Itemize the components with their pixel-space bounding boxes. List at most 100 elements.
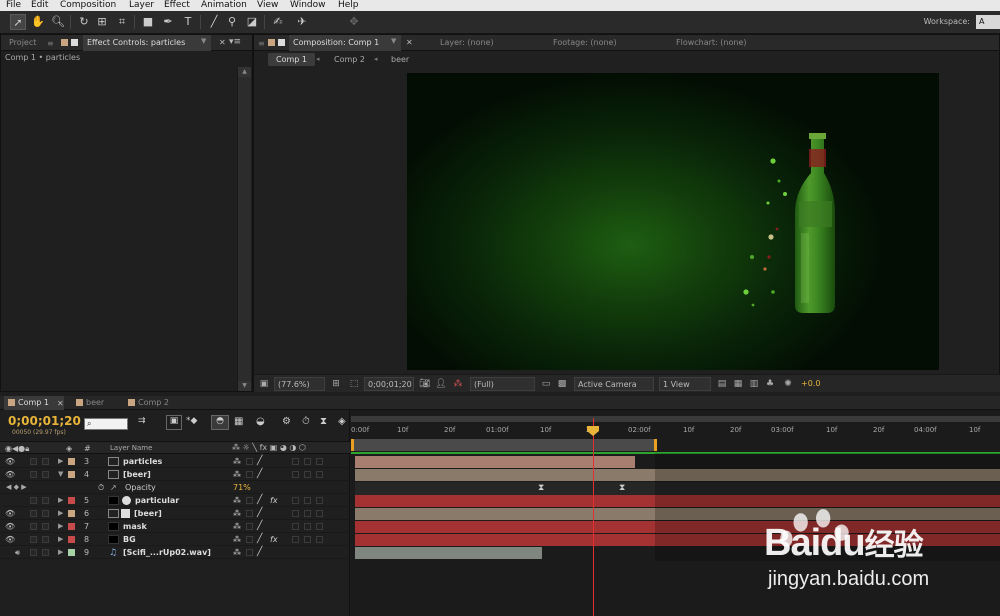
property-row-opacity[interactable]: ◀ ◆ ▶ ⏱ ↗ Opacity 71%: [0, 481, 350, 494]
close-tab-icon[interactable]: ✕: [219, 38, 226, 47]
adjustment-switch[interactable]: [304, 510, 311, 517]
motion-blur-switch[interactable]: [292, 471, 299, 478]
exposure-reset-icon[interactable]: ✺: [782, 378, 794, 390]
quality-switch-icon[interactable]: ╱: [257, 468, 262, 481]
layer-row[interactable]: 👁︎ ▼ 4 [beer] ⁂ ╱: [0, 468, 350, 481]
keyframe-navigator-icon[interactable]: ◀ ◆ ▶: [6, 481, 27, 494]
timeline-timecode[interactable]: 0;00;01;20: [8, 414, 81, 428]
tab-dropdown-icon[interactable]: ▼: [201, 37, 206, 45]
zoom-tool-icon[interactable]: 🔍︎: [50, 14, 66, 30]
collapse-switch[interactable]: [246, 536, 253, 543]
layer-row[interactable]: 👁︎ ▶ 6 [beer] ⁂ ╱: [0, 507, 350, 520]
lock-toggle[interactable]: [42, 523, 49, 530]
draft-3d-icon[interactable]: ▣: [166, 415, 182, 430]
type-tool-icon[interactable]: T: [180, 14, 196, 30]
fx-switch-icon[interactable]: fx: [270, 533, 278, 546]
flowchart-icon[interactable]: ♣: [764, 378, 776, 390]
lock-toggle[interactable]: [42, 536, 49, 543]
menu-view[interactable]: View: [257, 0, 278, 11]
layer-label-color[interactable]: [68, 510, 75, 517]
layer-label-color[interactable]: [68, 536, 75, 543]
quality-switch-icon[interactable]: ╱: [257, 533, 262, 546]
axis-mode-icon[interactable]: ✥ ◉ ◈: [346, 14, 362, 60]
rotate-tool-icon[interactable]: ↻: [76, 14, 92, 30]
tab-timeline-comp1[interactable]: Comp 1: [4, 396, 64, 410]
panel-menu-icon[interactable]: ≡: [47, 39, 54, 48]
3d-layer-switch[interactable]: [316, 536, 323, 543]
close-tab-icon[interactable]: ✕: [406, 38, 413, 47]
layer-label-color[interactable]: [68, 549, 75, 556]
quality-switch-icon[interactable]: ╱: [257, 507, 262, 520]
expand-triangle-icon[interactable]: ▶: [58, 520, 63, 533]
layer-row[interactable]: 👁︎ ▶ 7 mask ⁂ ╱: [0, 520, 350, 533]
panel-options-icon[interactable]: ▾≡: [229, 37, 241, 47]
clone-stamp-tool-icon[interactable]: ⚲: [224, 14, 240, 30]
layer-label-color[interactable]: [68, 471, 75, 478]
graph-icon[interactable]: ↗: [110, 481, 117, 494]
pen-tool-icon[interactable]: ✒: [160, 14, 176, 30]
panel-menu-icon[interactable]: ≡: [258, 39, 265, 48]
tab-layer[interactable]: Layer: (none): [436, 35, 498, 51]
channel-icon[interactable]: ⁂: [452, 378, 464, 390]
collapse-switch[interactable]: [246, 523, 253, 530]
timeline-icon[interactable]: ▥: [748, 378, 760, 390]
fast-previews-icon[interactable]: ▦: [732, 378, 744, 390]
solo-toggle[interactable]: [30, 458, 37, 465]
scroll-down-icon[interactable]: ▼: [238, 381, 251, 391]
3d-layer-switch[interactable]: [316, 523, 323, 530]
current-time-field[interactable]: 0;00;01;20: [364, 377, 414, 391]
brainstorm-icon[interactable]: ⚙: [282, 416, 291, 427]
3d-layer-switch[interactable]: [316, 497, 323, 504]
region-icon[interactable]: ▭: [540, 378, 552, 390]
expand-triangle-icon[interactable]: ▶: [58, 546, 63, 559]
3d-layer-switch[interactable]: [316, 471, 323, 478]
visibility-eye-icon[interactable]: 👁︎: [5, 507, 15, 520]
collapse-switch[interactable]: [246, 510, 253, 517]
quality-switch-icon[interactable]: ╱: [257, 455, 262, 468]
layer-row[interactable]: 👁︎ ▶ 3 particles ⁂ ╱: [0, 455, 350, 468]
render-icon[interactable]: ◈: [338, 416, 346, 427]
track-bar-audio[interactable]: [355, 547, 542, 559]
stopwatch-icon[interactable]: ⏱: [302, 416, 310, 427]
lock-toggle[interactable]: [42, 549, 49, 556]
3d-layer-switch[interactable]: [316, 458, 323, 465]
menu-file[interactable]: File: [6, 0, 21, 11]
tab-footage[interactable]: Footage: (none): [549, 35, 621, 51]
adjustment-switch[interactable]: [304, 471, 311, 478]
menu-composition[interactable]: Composition: [60, 0, 116, 11]
lock-icon[interactable]: [278, 39, 285, 46]
expand-triangle-icon[interactable]: ▶: [58, 533, 63, 546]
toggle-pixel-icon[interactable]: ▤: [716, 378, 728, 390]
layer-row[interactable]: ▶ 5 particular ⁂ ╱ fx: [0, 494, 350, 507]
quality-switch-icon[interactable]: ╱: [257, 494, 262, 507]
scroll-up-icon[interactable]: ▲: [238, 67, 251, 77]
shy-switch-icon[interactable]: ⁂: [233, 494, 241, 507]
camera-tool-icon[interactable]: ⊞: [94, 14, 110, 30]
layer-label-color[interactable]: [68, 497, 75, 504]
motion-blur-switch[interactable]: [292, 510, 299, 517]
expand-triangle-icon[interactable]: ▶: [58, 507, 63, 520]
menu-window[interactable]: Window: [290, 0, 326, 11]
shy-switch-icon[interactable]: ⁂: [233, 533, 241, 546]
visibility-eye-icon[interactable]: 👁︎: [5, 533, 15, 546]
quality-switch-icon[interactable]: ╱: [257, 520, 262, 533]
close-tab-icon[interactable]: ✕: [57, 399, 64, 408]
always-preview-icon[interactable]: ▣: [258, 378, 270, 390]
keyframe-icon[interactable]: ⧗: [619, 483, 625, 493]
lock-icon[interactable]: [71, 39, 78, 46]
tab-project[interactable]: Project: [5, 35, 40, 51]
tab-timeline-comp2[interactable]: Comp 2: [124, 396, 173, 410]
adjustment-switch[interactable]: [304, 536, 311, 543]
solo-toggle[interactable]: [30, 523, 37, 530]
magnification-dropdown[interactable]: (77.6%): [274, 377, 325, 391]
shy-switch-icon[interactable]: ⁂: [233, 455, 241, 468]
layer-label-color[interactable]: [68, 458, 75, 465]
layer-row[interactable]: 🔊︎ ▶ 9 ♫ [Scifi_...rUp02.wav] ⁂ ╱: [0, 546, 350, 559]
camera-dropdown[interactable]: Active Camera: [574, 377, 654, 391]
motion-blur-switch[interactable]: [292, 458, 299, 465]
collapse-switch[interactable]: [246, 458, 253, 465]
adjustment-switch[interactable]: [304, 458, 311, 465]
menu-animation[interactable]: Animation: [201, 0, 247, 11]
composition-viewer[interactable]: [407, 73, 939, 370]
menu-edit[interactable]: Edit: [31, 0, 48, 11]
